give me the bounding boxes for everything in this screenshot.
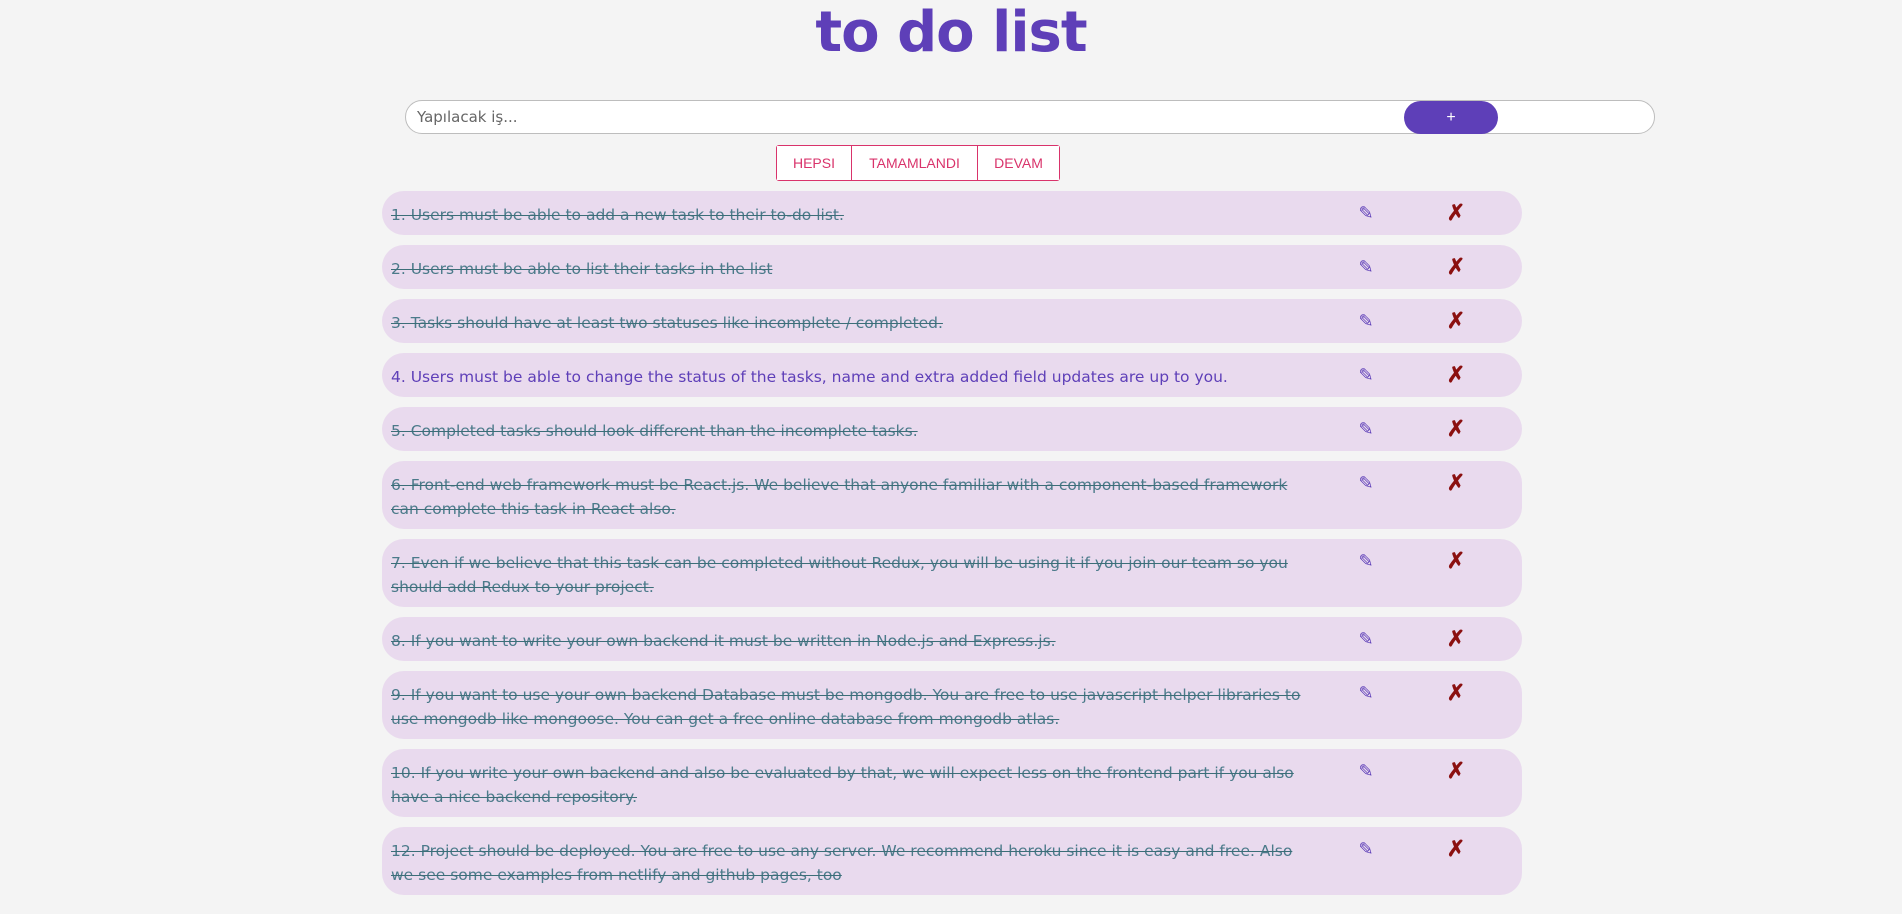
task-row[interactable]: 2. Users must be able to list their task… — [382, 245, 1522, 289]
task-text[interactable]: 1. Users must be able to add a new task … — [391, 203, 1316, 227]
pencil-icon[interactable]: ✎ — [1352, 309, 1380, 333]
task-row[interactable]: 3. Tasks should have at least two status… — [382, 299, 1522, 343]
task-row[interactable]: 9. If you want to use your own backend D… — [382, 671, 1522, 739]
x-mark-icon[interactable]: ✗ — [1442, 255, 1470, 279]
task-row[interactable]: 7. Even if we believe that this task can… — [382, 539, 1522, 607]
task-row[interactable]: 8. If you want to write your own backend… — [382, 617, 1522, 661]
pencil-icon[interactable]: ✎ — [1352, 201, 1380, 225]
x-mark-icon[interactable]: ✗ — [1442, 549, 1470, 573]
filter-in-progress-button[interactable]: DEVAM — [978, 146, 1059, 180]
page-title: to do list — [815, 0, 1087, 65]
task-row[interactable]: 6. Front-end web framework must be React… — [382, 461, 1522, 529]
task-text[interactable]: 9. If you want to use your own backend D… — [391, 683, 1316, 731]
x-mark-icon[interactable]: ✗ — [1442, 201, 1470, 225]
task-text[interactable]: 4. Users must be able to change the stat… — [391, 365, 1316, 389]
pencil-icon[interactable]: ✎ — [1352, 255, 1380, 279]
x-mark-icon[interactable]: ✗ — [1442, 309, 1470, 333]
task-text[interactable]: 3. Tasks should have at least two status… — [391, 311, 1316, 335]
task-list: 1. Users must be able to add a new task … — [382, 191, 1522, 905]
task-text[interactable]: 7. Even if we believe that this task can… — [391, 551, 1316, 599]
x-mark-icon[interactable]: ✗ — [1442, 681, 1470, 705]
task-row[interactable]: 5. Completed tasks should look different… — [382, 407, 1522, 451]
pencil-icon[interactable]: ✎ — [1352, 837, 1380, 861]
pencil-icon[interactable]: ✎ — [1352, 759, 1380, 783]
pencil-icon[interactable]: ✎ — [1352, 627, 1380, 651]
task-text[interactable]: 2. Users must be able to list their task… — [391, 257, 1316, 281]
pencil-icon[interactable]: ✎ — [1352, 363, 1380, 387]
task-row[interactable]: 4. Users must be able to change the stat… — [382, 353, 1522, 397]
task-row[interactable]: 1. Users must be able to add a new task … — [382, 191, 1522, 235]
task-row[interactable]: 12. Project should be deployed. You are … — [382, 827, 1522, 895]
task-text[interactable]: 6. Front-end web framework must be React… — [391, 473, 1316, 521]
x-mark-icon[interactable]: ✗ — [1442, 417, 1470, 441]
x-mark-icon[interactable]: ✗ — [1442, 471, 1470, 495]
task-text[interactable]: 10. If you write your own backend and al… — [391, 761, 1316, 809]
task-text[interactable]: 8. If you want to write your own backend… — [391, 629, 1316, 653]
task-row[interactable]: 10. If you write your own backend and al… — [382, 749, 1522, 817]
x-mark-icon[interactable]: ✗ — [1442, 759, 1470, 783]
pencil-icon[interactable]: ✎ — [1352, 471, 1380, 495]
x-mark-icon[interactable]: ✗ — [1442, 627, 1470, 651]
add-task-button[interactable]: + — [1404, 101, 1498, 134]
filter-completed-button[interactable]: TAMAMLANDI — [852, 146, 978, 180]
pencil-icon[interactable]: ✎ — [1352, 681, 1380, 705]
x-mark-icon[interactable]: ✗ — [1442, 363, 1470, 387]
filter-all-button[interactable]: HEPSI — [777, 146, 852, 180]
task-text[interactable]: 12. Project should be deployed. You are … — [391, 839, 1316, 887]
filter-group: HEPSI TAMAMLANDI DEVAM — [776, 145, 1060, 181]
task-text[interactable]: 5. Completed tasks should look different… — [391, 419, 1316, 443]
pencil-icon[interactable]: ✎ — [1352, 417, 1380, 441]
x-mark-icon[interactable]: ✗ — [1442, 837, 1470, 861]
pencil-icon[interactable]: ✎ — [1352, 549, 1380, 573]
